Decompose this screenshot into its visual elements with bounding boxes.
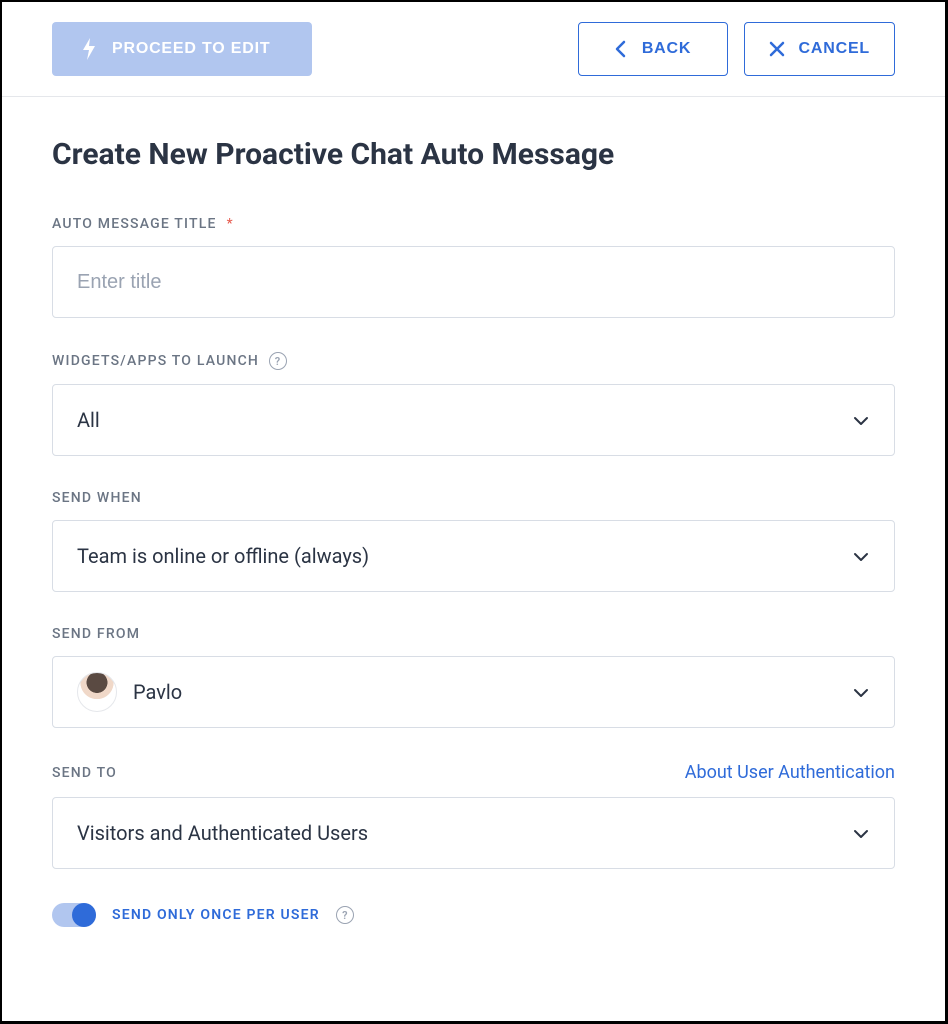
send-when-select[interactable]: Team is online or offline (always) bbox=[52, 520, 895, 592]
lightning-icon bbox=[80, 37, 98, 61]
cancel-button-label: CANCEL bbox=[799, 40, 870, 58]
content: Create New Proactive Chat Auto Message A… bbox=[2, 97, 945, 927]
chevron-left-icon bbox=[614, 40, 628, 58]
proceed-button-label: PROCEED TO EDIT bbox=[112, 40, 270, 58]
required-marker: * bbox=[227, 216, 234, 232]
send-to-value: Visitors and Authenticated Users bbox=[77, 821, 368, 845]
back-button-label: BACK bbox=[642, 40, 691, 58]
field-label-widgets: WIDGETS/APPS TO LAUNCH ? bbox=[52, 352, 287, 370]
field-label-send-from: SEND FROM bbox=[52, 626, 140, 642]
field-send-to: SEND TO About User Authentication Visito… bbox=[52, 762, 895, 869]
field-auto-message-title: AUTO MESSAGE TITLE * bbox=[52, 216, 895, 318]
back-button[interactable]: BACK bbox=[578, 22, 728, 76]
cancel-button[interactable]: CANCEL bbox=[744, 22, 895, 76]
send-once-toggle-row: SEND ONLY ONCE PER USER ? bbox=[52, 903, 895, 927]
chevron-down-icon bbox=[852, 411, 870, 429]
send-from-value: Pavlo bbox=[133, 680, 182, 704]
toggle-knob bbox=[72, 903, 96, 927]
send-from-select[interactable]: Pavlo bbox=[52, 656, 895, 728]
proceed-to-edit-button[interactable]: PROCEED TO EDIT bbox=[52, 22, 312, 76]
help-icon[interactable]: ? bbox=[269, 352, 287, 370]
title-input[interactable] bbox=[52, 246, 895, 318]
chevron-down-icon bbox=[852, 547, 870, 565]
field-label-send-to: SEND TO bbox=[52, 765, 117, 781]
widgets-select[interactable]: All bbox=[52, 384, 895, 456]
widgets-select-value: All bbox=[77, 408, 100, 432]
field-send-when: SEND WHEN Team is online or offline (alw… bbox=[52, 490, 895, 592]
avatar bbox=[77, 672, 117, 712]
toolbar: PROCEED TO EDIT BACK CANCEL bbox=[2, 2, 945, 97]
field-widgets-apps: WIDGETS/APPS TO LAUNCH ? All bbox=[52, 352, 895, 456]
about-user-authentication-link[interactable]: About User Authentication bbox=[685, 762, 895, 783]
chevron-down-icon bbox=[852, 683, 870, 701]
send-once-toggle[interactable] bbox=[52, 903, 96, 927]
field-label-send-when: SEND WHEN bbox=[52, 490, 142, 506]
field-send-from: SEND FROM Pavlo bbox=[52, 626, 895, 728]
send-to-select[interactable]: Visitors and Authenticated Users bbox=[52, 797, 895, 869]
help-icon[interactable]: ? bbox=[336, 906, 354, 924]
page-title: Create New Proactive Chat Auto Message bbox=[52, 137, 895, 172]
send-when-value: Team is online or offline (always) bbox=[77, 544, 369, 568]
field-label-title: AUTO MESSAGE TITLE * bbox=[52, 216, 234, 232]
close-icon bbox=[769, 41, 785, 57]
send-once-label: SEND ONLY ONCE PER USER bbox=[112, 907, 320, 923]
chevron-down-icon bbox=[852, 824, 870, 842]
